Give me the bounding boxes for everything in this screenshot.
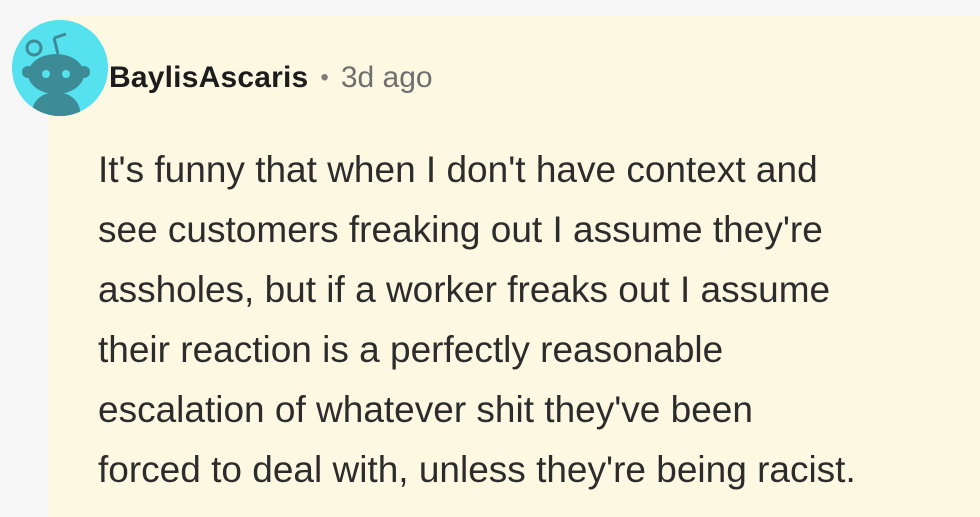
comment-body: It's funny that when I don't have contex… [98,140,968,500]
comment-body-line: see customers freaking out I assume they… [98,209,823,250]
comment-body-line: It's funny that when I don't have contex… [98,149,818,190]
comment-timestamp[interactable]: 3d ago [341,61,433,95]
meta-separator: • [320,64,329,91]
comment-body-line: forced to deal with, unless they're bein… [98,449,856,490]
comment-header: BaylisAscaris • 3d ago [109,56,433,100]
snoo-avatar-icon [12,20,108,116]
comment-body-line: escalation of whatever shit they've been [98,389,753,430]
comment-body-line: their reaction is a perfectly reasonable [98,329,724,370]
comment-body-line: assholes, but if a worker freaks out I a… [98,269,831,310]
user-avatar[interactable] [12,20,108,116]
comment-author[interactable]: BaylisAscaris [109,61,308,95]
